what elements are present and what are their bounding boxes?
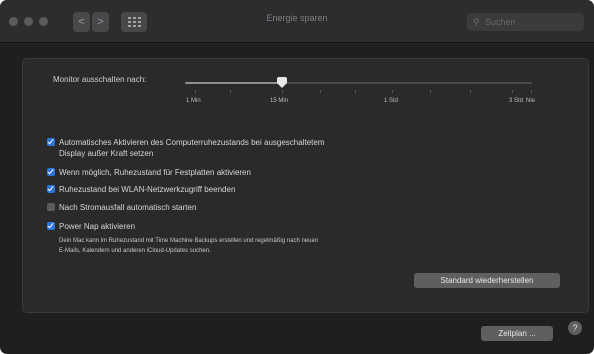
- restore-defaults-button[interactable]: Standard wiederherstellen: [414, 273, 560, 288]
- slider-tick: [282, 90, 283, 93]
- slider-tick: [230, 90, 231, 93]
- checkbox-checked[interactable]: [47, 138, 55, 146]
- slider-tick: [512, 90, 513, 93]
- slider-label: Monitor ausschalten nach:: [53, 75, 147, 84]
- slider-tick: [430, 90, 431, 93]
- slider-tick: [531, 90, 532, 93]
- slider-tick-label: 15 Min: [270, 98, 289, 104]
- back-button[interactable]: <: [73, 12, 90, 32]
- option-label: Wenn möglich, Ruhezustand für Festplatte…: [59, 168, 251, 177]
- slider-tick: [470, 90, 471, 93]
- slider-fill: [185, 82, 282, 84]
- checkbox-checked[interactable]: [47, 168, 55, 176]
- title-bar: < > Energie sparen ⚲ Suchen: [0, 0, 594, 43]
- slider-tick: [392, 90, 393, 93]
- slider-tick-label: 3 Std: [509, 98, 524, 104]
- checkbox-checked[interactable]: [47, 185, 55, 193]
- zoom-window-button[interactable]: [39, 17, 48, 26]
- show-all-grid-icon[interactable]: [121, 12, 147, 32]
- forward-button[interactable]: >: [92, 12, 109, 32]
- slider-tick: [355, 90, 356, 93]
- search-placeholder: Suchen: [485, 17, 516, 27]
- help-icon[interactable]: ?: [568, 321, 582, 335]
- option-label: Power Nap aktivieren: [59, 222, 136, 231]
- window-title: Energie sparen: [266, 13, 328, 23]
- close-window-button[interactable]: [9, 17, 18, 26]
- checkbox-unchecked[interactable]: [47, 203, 55, 211]
- power-nap-description: E-Mails, Kalendern und anderen iCloud-Up…: [59, 248, 211, 254]
- option-label: Nach Stromausfall automatisch starten: [59, 203, 197, 212]
- checkbox-checked[interactable]: [47, 222, 55, 230]
- slider-tick-label: Nie: [526, 98, 536, 104]
- slider-tick: [320, 90, 321, 93]
- slider-tick-label: 1 Min: [186, 98, 201, 104]
- search-icon: ⚲: [473, 17, 480, 27]
- minimize-window-button[interactable]: [24, 17, 33, 26]
- search-input[interactable]: ⚲ Suchen: [467, 13, 584, 31]
- option-label-line2: Display außer Kraft setzen: [59, 149, 154, 158]
- option-label: Automatisches Aktivieren des Computerruh…: [59, 138, 325, 147]
- slider-tick-label: 1 Std: [384, 98, 399, 104]
- option-label: Ruhezustand bei WLAN-Netzwerkzugriff bee…: [59, 185, 236, 194]
- preferences-window: < > Energie sparen ⚲ Suchen Monitor auss…: [0, 0, 594, 354]
- schedule-button[interactable]: Zeitplan ...: [481, 326, 553, 341]
- slider-tick: [195, 90, 196, 93]
- power-nap-description: Dein Mac kann im Ruhezustand mit Time Ma…: [59, 238, 319, 244]
